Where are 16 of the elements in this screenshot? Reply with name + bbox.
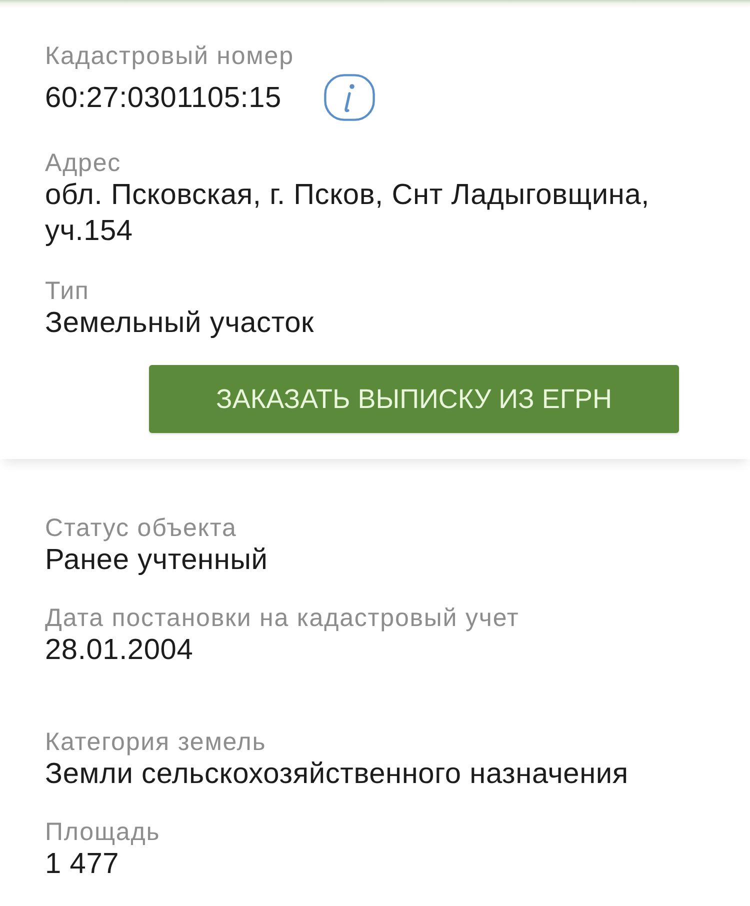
field-label: Кадастровый номер — [45, 42, 295, 70]
order-extract-button[interactable]: ЗАКАЗАТЬ ВЫПИСКУ ИЗ ЕГРН — [149, 365, 679, 433]
field-value: Ранее учтенный — [45, 543, 269, 578]
field-label: Статус объекта — [45, 514, 238, 542]
field-label: Тип — [45, 277, 90, 305]
field-label: Дата постановки на кадастровый учет — [45, 604, 520, 632]
field-label: Адрес — [45, 149, 122, 177]
field-value: обл. Псковская, г. Псков, Снт Ладыговщина, уч.154 — [45, 178, 651, 249]
field-value: Земельный участок — [45, 306, 314, 341]
field-label: Категория земель — [45, 728, 268, 756]
field-value: Земли сельскохозяйственного назначения — [45, 757, 630, 792]
info-icon[interactable] — [324, 74, 374, 121]
field-label: Площадь — [45, 818, 162, 846]
field-value: 1 477 — [45, 847, 120, 882]
field-value: 60:27:0301105:15 — [45, 80, 282, 116]
field-value: 28.01.2004 — [45, 633, 194, 668]
